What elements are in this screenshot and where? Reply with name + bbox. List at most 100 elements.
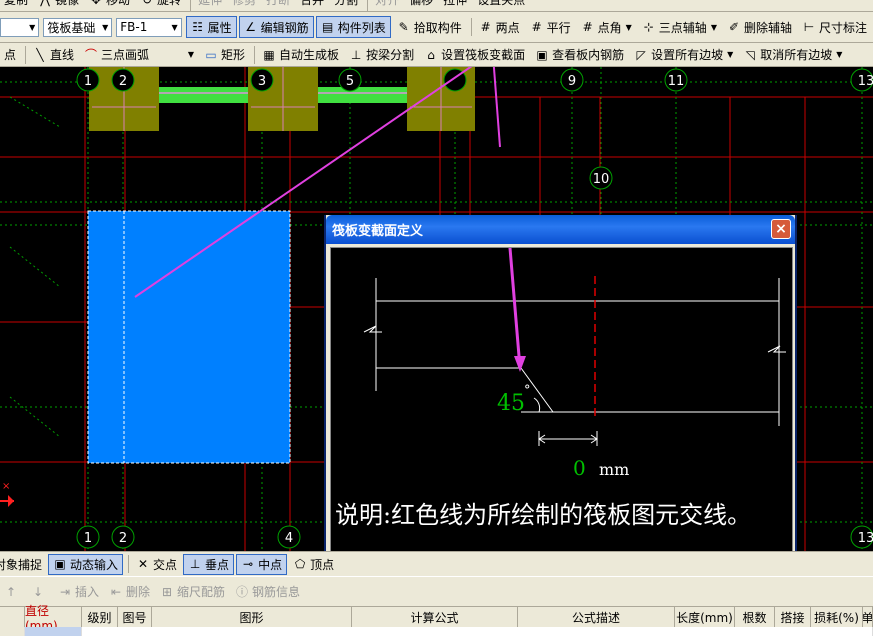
close-button[interactable]: ×	[771, 219, 791, 239]
dynamic-input-toggle[interactable]: ▣ 动态输入	[48, 553, 124, 575]
tool-offset[interactable]: 偏移	[405, 0, 437, 11]
column-header[interactable]: 级别	[82, 607, 118, 627]
axis-label: 11	[668, 74, 685, 89]
split-icon: ⊥	[350, 47, 362, 62]
rectangle-button[interactable]: ▭ 矩形	[200, 44, 249, 66]
nav-down-button[interactable]: ↓	[27, 581, 52, 603]
separator	[254, 45, 256, 64]
set-raft-section-change-button[interactable]: ⌂ 设置筏板变截面	[420, 44, 529, 66]
column-header[interactable]: 长度(mm)	[675, 607, 735, 627]
arrow-head	[514, 356, 526, 372]
tool-break[interactable]: 打断	[262, 0, 294, 11]
tool-rotate[interactable]: ↻旋转	[136, 0, 185, 11]
point-angle-button[interactable]: # 点角 ▼	[577, 16, 636, 38]
cancel-all-slopes-button[interactable]: ◹ 取消所有边坡 ▼	[739, 44, 846, 66]
properties-button[interactable]: ☷ 属性	[185, 16, 237, 38]
component-list-button[interactable]: ▤ 构件列表	[315, 16, 391, 38]
raft-slab[interactable]	[87, 210, 291, 464]
delete-icon: ⇤	[110, 584, 122, 599]
snap-vertex-toggle[interactable]: ⬠ 顶点	[289, 554, 338, 575]
delete-axis-button[interactable]: ✐ 删除辅轴	[723, 16, 796, 38]
column-header[interactable]: 直径(mm)	[25, 604, 82, 633]
dialog-titlebar[interactable]: 筏板变截面定义 ×	[326, 215, 795, 244]
cancel-slope-icon: ◹	[745, 47, 755, 62]
offset-value: 0	[573, 456, 586, 480]
axis-label: 13	[858, 74, 873, 89]
table-cell-selected[interactable]	[25, 627, 82, 636]
column-header[interactable]: 公式描述	[518, 607, 675, 627]
pick-component-button[interactable]: ✎ 拾取构件	[393, 16, 466, 38]
separator	[367, 0, 369, 11]
delete-button[interactable]: ⇤ 删除	[105, 581, 154, 603]
column-header[interactable]: 损耗(%)	[811, 607, 863, 627]
two-points-icon: #	[480, 20, 491, 34]
tool-split[interactable]: 分割	[330, 0, 362, 11]
type-combo[interactable]: 筏板基础 ▼	[43, 17, 113, 37]
perpendicular-icon: ⊥	[189, 557, 201, 571]
set-all-slopes-button[interactable]: ◸ 设置所有边坡 ▼	[630, 44, 737, 66]
row-header-cell	[0, 627, 25, 636]
auto-generate-slab-button[interactable]: ▦ 自动生成板	[258, 44, 343, 66]
split-by-beam-button[interactable]: ⊥ 按梁分割	[345, 44, 418, 66]
view-slab-rebar-button[interactable]: ▣ 查看板内钢筋	[531, 44, 628, 66]
tool-merge[interactable]: 合并	[296, 0, 328, 11]
separator	[190, 0, 192, 11]
tool-mirror[interactable]: ⋀镜像	[34, 0, 83, 11]
axis-label: 9	[568, 74, 576, 89]
column-header[interactable]: 图号	[118, 607, 152, 627]
insert-icon: ⇥	[59, 584, 71, 599]
point-button[interactable]: 点	[0, 44, 20, 66]
column-header[interactable]: 根数	[735, 607, 775, 627]
tool-set-grip[interactable]: 设置夹点	[473, 0, 529, 11]
dimension-button[interactable]: ⊢ 尺寸标注	[798, 16, 871, 38]
tool-trim[interactable]: 修剪	[228, 0, 260, 11]
delete-axis-icon: ✐	[728, 20, 739, 34]
ucs-icon: ×	[0, 481, 14, 507]
table-row[interactable]	[82, 627, 873, 636]
rebar-table-header: 直径(mm) 级别 图号 图形 计算公式 公式描述 长度(mm) 根数 搭接 损…	[0, 604, 873, 636]
snap-toolbar: 对象捕捉 ▣动态输入 ✕交点 ⊥垂点 ⊸中点 ⬠顶点	[0, 551, 873, 576]
grid-icon: ▦	[263, 47, 275, 62]
scale-rebar-button[interactable]: ⊞ 缩尺配筋	[156, 581, 229, 603]
arc-button[interactable]: ⌒ 三点画弧 ▼	[80, 44, 198, 66]
column-header[interactable]: 单	[863, 607, 873, 627]
row-header-cell	[0, 607, 25, 627]
vertex-icon: ⬠	[294, 557, 306, 571]
element-combo[interactable]: FB-1 ▼	[116, 17, 182, 37]
parallel-button[interactable]: # 平行	[526, 16, 575, 38]
chevron-down-icon: ▼	[625, 22, 632, 32]
arrow-down-icon: ↓	[32, 584, 44, 599]
move-icon: ✥	[89, 0, 103, 7]
slope-icon: ◸	[636, 47, 646, 62]
tool-extend[interactable]: 延伸	[194, 0, 226, 11]
mirror-icon: ⋀	[38, 0, 52, 7]
edit-rebar-button[interactable]: ∠ 编辑钢筋	[238, 16, 314, 38]
tool-copy[interactable]: 复制	[0, 0, 32, 11]
column-header[interactable]: 搭接	[775, 607, 811, 627]
tool-stretch[interactable]: 拉伸	[439, 0, 471, 11]
column-header[interactable]: 图形	[152, 607, 352, 627]
axis-label: 2	[119, 531, 127, 546]
offset-unit: mm	[599, 460, 629, 479]
snap-midpoint-toggle[interactable]: ⊸ 中点	[236, 553, 288, 575]
axis-label: 1	[84, 531, 92, 546]
angle-value: 45	[497, 391, 525, 416]
separator	[470, 18, 472, 36]
tool-move[interactable]: ✥移动	[85, 0, 134, 11]
line-button[interactable]: ╲ 直线	[29, 44, 78, 66]
column-header[interactable]: 计算公式	[352, 607, 518, 627]
three-point-axis-button[interactable]: ⊹ 三点辅轴 ▼	[638, 16, 721, 38]
insert-button[interactable]: ⇥ 插入	[54, 581, 103, 603]
snap-perpendicular-toggle[interactable]: ⊥ 垂点	[183, 553, 235, 575]
chevron-down-icon: ▼	[710, 22, 717, 32]
tool-align[interactable]: 对齐	[371, 0, 403, 11]
snap-intersection-toggle[interactable]: ✕ 交点	[132, 554, 181, 575]
rotate-icon: ↻	[140, 0, 154, 7]
rebar-info-button[interactable]: ⓘ 钢筋信息	[231, 581, 304, 603]
rebar-toolbar: ↑ ↓ ⇥ 插入 ⇤ 删除 ⊞ 缩尺配筋 ⓘ 钢筋信息	[0, 576, 873, 606]
object-snap-toggle[interactable]: 对象捕捉	[0, 554, 46, 575]
floor-combo[interactable]: ▼	[0, 17, 40, 37]
axis-label: 4	[285, 531, 293, 546]
two-points-button[interactable]: # 两点	[475, 16, 524, 38]
nav-up-button[interactable]: ↑	[0, 581, 25, 603]
